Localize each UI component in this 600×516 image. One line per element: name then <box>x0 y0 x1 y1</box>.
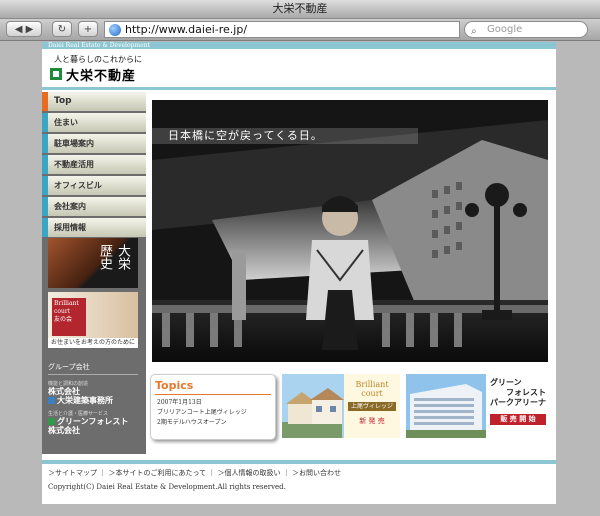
topics-date: 2007年1月13日 <box>157 399 202 406</box>
url-text[interactable]: http://www.daiei-re.jp/ <box>125 23 247 36</box>
brilliant-court-promo[interactable]: Brilliant court 上尾ヴィレッジ 新 発 売 <box>282 374 400 438</box>
brilliant-court-sub: 上尾ヴィレッジ <box>348 402 396 411</box>
hero-image: 日本橋に空が戻ってくる日。 <box>152 100 548 362</box>
topics-heading: Topics <box>155 379 194 392</box>
reload-button[interactable]: ↻ <box>52 21 72 37</box>
group2-name2: 株式会社 <box>48 426 80 435</box>
history-banner-line1: 大栄 <box>115 244 130 270</box>
group1-logo-icon <box>48 397 55 404</box>
back-icon[interactable]: ◀ <box>15 24 23 35</box>
nav-item-housing[interactable]: 住まい <box>42 113 146 132</box>
group2-subtitle: 生活と介護・医療サービス <box>48 411 109 417</box>
footer-link-sitemap[interactable]: ＞サイトマップ <box>48 469 97 477</box>
search-icon: ⌕ <box>471 26 477 37</box>
logo-name: 大栄不動産 <box>66 68 137 84</box>
nav-item-company[interactable]: 会社案内 <box>42 197 146 216</box>
site-footer: ＞サイトマップ ｜ ＞本サイトのご利用にあたって ｜ ＞個人情報の取扱い ｜ ＞… <box>42 460 556 504</box>
nav-item-recruit[interactable]: 採用情報 <box>42 218 146 237</box>
plus-icon: + <box>83 24 93 35</box>
globe-icon <box>109 24 121 36</box>
greenforest-panel: グリーン フォレスト パークアリーナ 販 売 開 始 <box>486 374 550 438</box>
browser-toolbar: ◀ ▶ ↻ + http://www.daiei-re.jp/ ⌕ Google <box>0 19 600 41</box>
group-companies-heading: グループ会社 <box>48 362 138 375</box>
topics-line2[interactable]: 2期モデルハウスオープン <box>151 419 275 429</box>
topics-line1[interactable]: ブリリアンコート上尾ヴィレッジ <box>151 409 275 419</box>
brilliant-club-name: 友の会 <box>54 316 73 323</box>
brilliant-club-box: Brilliant court 友の会 <box>52 298 86 336</box>
brilliant-court-tag: 新 発 売 <box>359 417 385 425</box>
brilliant-club-logo: Brilliant court <box>54 300 79 315</box>
footer-link-terms[interactable]: ＞本サイトのご利用にあたって <box>108 469 206 477</box>
sidebar: Top 住まい 駐車場案内 不動産活用 オフィスビル 会社案内 採用情報 大栄 … <box>42 92 146 454</box>
hero-title: 日本橋に空が戻ってくる日。 <box>152 128 418 144</box>
browser-window: 大栄不動産 ◀ ▶ ↻ + http://www.daiei-re.jp/ ⌕ … <box>0 0 600 516</box>
footer-links: ＞サイトマップ ｜ ＞本サイトのご利用にあたって ｜ ＞個人情報の取扱い ｜ ＞… <box>48 469 342 477</box>
brilliant-club-banner[interactable]: Brilliant court 友の会 お住まいをお考えの方のために <box>48 292 138 348</box>
back-forward-buttons[interactable]: ◀ ▶ <box>6 21 42 37</box>
history-banner-line2: 歴史 <box>97 244 112 270</box>
topics-box[interactable]: Topics 2007年1月13日 ブリリアンコート上尾ヴィレッジ 2期モデルハ… <box>150 374 276 440</box>
site-logo[interactable]: 大栄不動産 <box>50 67 137 84</box>
brilliant-court-panel: Brilliant court 上尾ヴィレッジ 新 発 売 <box>344 374 400 438</box>
greenforest-promo[interactable]: グリーン フォレスト パークアリーナ 販 売 開 始 <box>406 374 550 438</box>
nav-item-real-estate[interactable]: 不動産活用 <box>42 155 146 174</box>
greenforest-line3: パークアリーナ <box>490 398 546 407</box>
footer-link-contact[interactable]: ＞お問い合わせ <box>292 469 341 477</box>
search-placeholder: Google <box>487 24 523 35</box>
footer-copyright: Copyright(C) Daiei Real Estate & Develop… <box>48 483 286 491</box>
greenforest-tag: 販 売 開 始 <box>490 414 546 425</box>
forward-icon[interactable]: ▶ <box>26 24 34 35</box>
footer-link-privacy[interactable]: ＞個人情報の取扱い <box>218 469 281 477</box>
add-bookmark-button[interactable]: + <box>78 21 98 37</box>
group-company-architecture[interactable]: 機能と調和の創造 株式会社 大栄建築事務所 <box>48 380 138 405</box>
group2-name1: グリーンフォレスト <box>48 417 138 426</box>
group-company-greenforest[interactable]: 生活と介護・医療サービス グリーンフォレスト 株式会社 <box>48 410 138 435</box>
window-title: 大栄不動産 <box>0 0 600 19</box>
group1-subtitle: 機能と調和の創造 <box>48 381 89 387</box>
brilliant-club-caption: お住まいをお考えの方のために <box>48 338 138 348</box>
brilliant-court-logo: Brilliant court <box>355 380 389 398</box>
site-header: 人と暮らしのこれからに 大栄不動産 <box>42 49 556 90</box>
nav-item-top[interactable]: Top <box>42 92 146 111</box>
greenforest-line2: フォレスト <box>506 388 546 397</box>
reload-icon: ↻ <box>57 24 67 35</box>
topics-divider <box>155 394 271 395</box>
search-bar[interactable]: ⌕ Google <box>464 21 588 38</box>
greenforest-line1: グリーン <box>490 378 522 387</box>
url-bar[interactable]: http://www.daiei-re.jp/ <box>104 21 460 38</box>
group1-name2: 大栄建築事務所 <box>48 396 138 405</box>
nav-item-parking[interactable]: 駐車場案内 <box>42 134 146 153</box>
logo-mark-icon <box>50 68 62 80</box>
history-banner[interactable]: 大栄 歴史 <box>48 238 138 288</box>
group2-logo-icon <box>48 418 55 425</box>
apartment-photo-illustration <box>406 374 486 438</box>
site-top-strip: Daiei Real Estate & Development <box>42 42 556 49</box>
site-tagline: 人と暮らしのこれからに <box>54 55 142 64</box>
group1-name1: 株式会社 <box>48 387 80 396</box>
web-page: Daiei Real Estate & Development 人と暮らしのこれ… <box>42 42 556 504</box>
nav-item-office-building[interactable]: オフィスビル <box>42 176 146 195</box>
